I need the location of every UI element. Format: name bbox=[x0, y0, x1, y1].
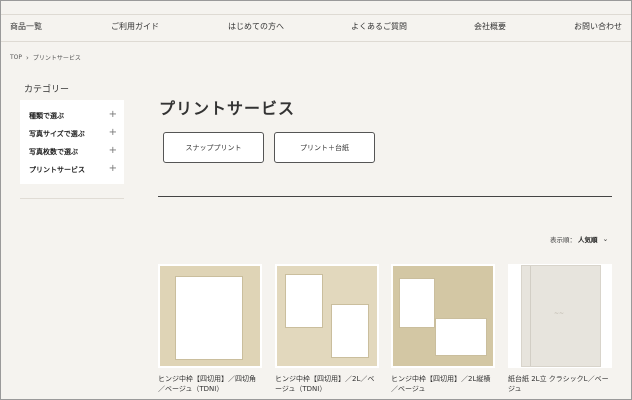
product-title[interactable]: 紙台紙 2L立 クラシックL／ベージュ bbox=[508, 374, 612, 394]
plus-icon[interactable]: + bbox=[109, 127, 117, 138]
mat-opening bbox=[175, 276, 243, 360]
plus-icon[interactable]: + bbox=[109, 109, 117, 120]
nav-item-first-time[interactable]: はじめての方へ bbox=[228, 21, 284, 32]
category-item-photo-size[interactable]: 写真サイズで選ぶ + bbox=[29, 127, 117, 141]
plus-icon[interactable]: + bbox=[109, 163, 117, 174]
album-logo: ~~ bbox=[554, 310, 565, 317]
nav-item-products[interactable]: 商品一覧 bbox=[10, 21, 42, 32]
sort-prefix: 表示順： bbox=[550, 236, 576, 244]
mat-opening bbox=[331, 304, 369, 358]
breadcrumb-home-link[interactable]: TOP bbox=[10, 54, 22, 61]
breadcrumb: TOP › プリントサービス bbox=[10, 53, 81, 63]
category-item-label: 写真サイズで選ぶ bbox=[29, 130, 85, 138]
product-image[interactable] bbox=[391, 264, 495, 368]
product-title[interactable]: ヒンジ中枠【四切用】／2L／ベージュ（TDNI） bbox=[275, 374, 379, 394]
mat-board bbox=[160, 266, 260, 366]
category-item-label: 種類で選ぶ bbox=[29, 112, 64, 120]
chevron-down-icon: ⌄ bbox=[602, 235, 609, 243]
breadcrumb-current: プリントサービス bbox=[32, 55, 81, 62]
snap-print-button[interactable]: スナッププリント bbox=[163, 132, 264, 163]
nav-item-contact[interactable]: お問い合わせ bbox=[574, 21, 622, 32]
mat-board bbox=[393, 266, 493, 366]
album-spine bbox=[530, 266, 531, 366]
sidebar-title: カテゴリー bbox=[24, 85, 70, 95]
product-card[interactable]: ヒンジ中枠【四切用】／2L／ベージュ（TDNI） bbox=[275, 264, 379, 394]
category-item-print-service[interactable]: プリントサービス + bbox=[29, 163, 117, 177]
product-image[interactable]: ~~ bbox=[508, 264, 612, 368]
product-card[interactable]: ~~ 紙台紙 2L立 クラシックL／ベージュ bbox=[508, 264, 612, 394]
product-image[interactable] bbox=[158, 264, 262, 368]
album-cover: ~~ bbox=[522, 266, 600, 366]
sidebar-divider bbox=[20, 198, 124, 199]
top-navigation: 商品一覧 ご利用ガイド はじめての方へ よくあるご質問 会社概要 お問い合わせ bbox=[1, 14, 631, 42]
product-image[interactable] bbox=[275, 264, 379, 368]
nav-item-company[interactable]: 会社概要 bbox=[474, 21, 506, 32]
content-divider bbox=[158, 196, 612, 197]
product-card[interactable]: ヒンジ中枠【四切用】／四切角／ベージュ（TDNI） bbox=[158, 264, 262, 394]
mat-opening bbox=[435, 318, 487, 356]
product-title[interactable]: ヒンジ中枠【四切用】／四切角／ベージュ（TDNI） bbox=[158, 374, 262, 394]
product-card[interactable]: ヒンジ中枠【四切用】／2L縦横／ベージュ bbox=[391, 264, 495, 394]
product-title[interactable]: ヒンジ中枠【四切用】／2L縦横／ベージュ bbox=[391, 374, 495, 394]
mat-opening bbox=[399, 278, 435, 328]
mat-opening bbox=[285, 274, 323, 328]
sort-select[interactable]: 表示順： 人気順 ⌄ bbox=[550, 234, 608, 244]
chevron-right-icon: › bbox=[26, 53, 29, 62]
category-item-photo-count[interactable]: 写真枚数で選ぶ + bbox=[29, 145, 117, 159]
plus-icon[interactable]: + bbox=[109, 145, 117, 156]
category-item-label: プリントサービス bbox=[29, 166, 85, 174]
category-item-type[interactable]: 種類で選ぶ + bbox=[29, 109, 117, 123]
nav-item-faq[interactable]: よくあるご質問 bbox=[351, 21, 407, 32]
category-item-label: 写真枚数で選ぶ bbox=[29, 148, 78, 156]
sort-value: 人気順 bbox=[578, 236, 598, 244]
print-plus-mount-button[interactable]: プリント＋台紙 bbox=[274, 132, 375, 163]
page-title: プリントサービス bbox=[159, 99, 296, 118]
category-menu: 種類で選ぶ + 写真サイズで選ぶ + 写真枚数で選ぶ + プリントサービス + bbox=[20, 100, 124, 184]
mat-board bbox=[277, 266, 377, 366]
nav-item-guide[interactable]: ご利用ガイド bbox=[111, 21, 159, 32]
